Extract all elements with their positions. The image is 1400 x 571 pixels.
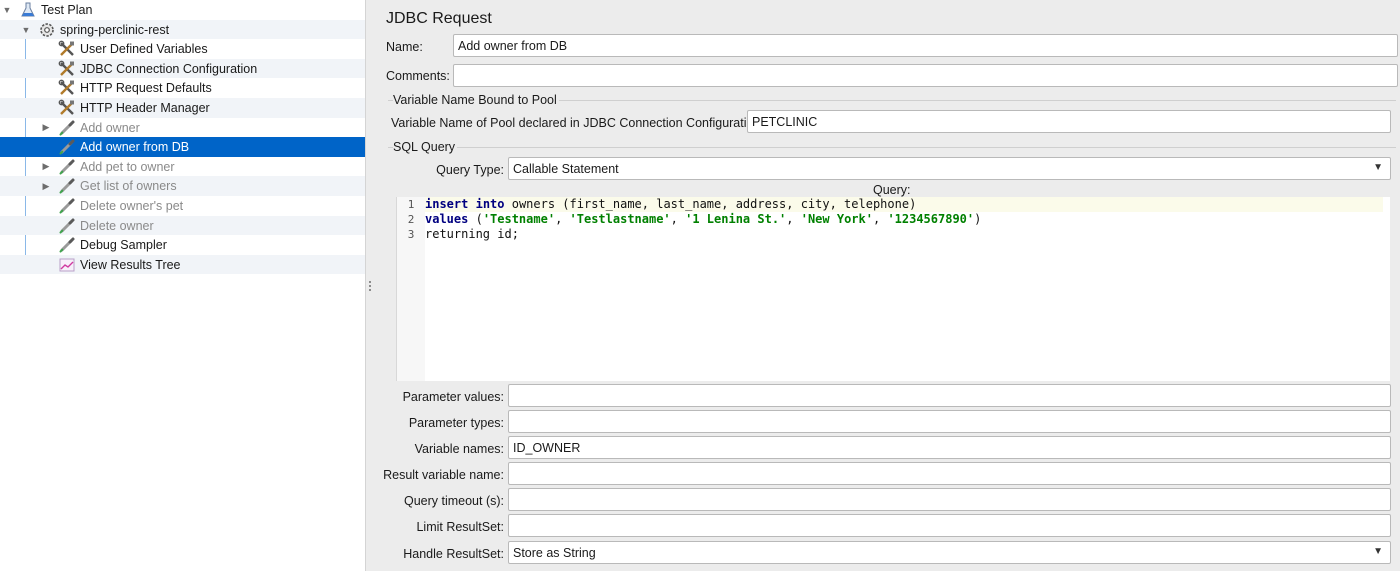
tree-item[interactable]: ▶ Add pet to owner xyxy=(0,157,365,177)
sampler-pipette-icon xyxy=(58,197,76,215)
query-line-3: returning id; xyxy=(425,227,519,241)
line-number: 1 xyxy=(407,198,415,211)
tree-item[interactable]: ▼ spring-perclinic-rest xyxy=(0,19,365,40)
param-field-label: Parameter values: xyxy=(402,390,504,404)
jdbc-request-panel: JDBC Request Name: Add owner from DB Com… xyxy=(374,0,1400,571)
param-field-label: Result variable name: xyxy=(383,468,504,482)
param-field-input[interactable] xyxy=(508,410,1391,433)
tree-item[interactable]: View Results Tree xyxy=(0,254,365,275)
tree-item-label: Get list of owners xyxy=(80,179,177,194)
tree-item-label: Add owner xyxy=(80,120,140,135)
tree-item[interactable]: HTTP Header Manager xyxy=(0,98,365,118)
sampler-pipette-icon xyxy=(58,236,76,254)
comments-label: Comments: xyxy=(386,69,450,83)
name-input[interactable]: Add owner from DB xyxy=(453,34,1398,57)
tree-item[interactable]: User Defined Variables xyxy=(0,39,365,59)
tree-item-label: HTTP Request Defaults xyxy=(80,81,212,96)
sql-section-title: SQL Query xyxy=(393,140,458,154)
query-line-2: values ('Testname', 'Testlastname', '1 L… xyxy=(425,212,982,226)
tree-item[interactable]: Delete owner's pet xyxy=(0,196,365,216)
tree-item[interactable]: ▼ Test Plan xyxy=(0,0,365,20)
sampler-pipette-icon xyxy=(58,158,76,176)
line-number: 3 xyxy=(407,228,415,241)
collapse-arrow-icon[interactable]: ▼ xyxy=(1,3,13,17)
tree-item[interactable]: Add owner from DB xyxy=(0,137,365,157)
splitter-grip-dot xyxy=(369,281,371,283)
pool-section-title: Variable Name Bound to Pool xyxy=(393,93,559,107)
param-field-label: Variable names: xyxy=(414,442,504,456)
line-number-gutter: 1 2 3 xyxy=(397,197,425,381)
dropdown-arrow-icon: ▼ xyxy=(1373,546,1383,557)
param-field-input[interactable] xyxy=(508,384,1391,407)
sampler-pipette-icon xyxy=(58,177,76,195)
tree-item-label: JDBC Connection Configuration xyxy=(80,61,258,76)
listener-graph-icon xyxy=(58,256,76,274)
tree-item-label: User Defined Variables xyxy=(80,42,208,57)
expand-arrow-icon[interactable]: ▶ xyxy=(40,160,52,174)
panel-title: JDBC Request xyxy=(386,10,492,27)
param-field-label: Query timeout (s): xyxy=(403,494,504,508)
query-label: Query: xyxy=(873,183,911,197)
tree-item[interactable]: HTTP Request Defaults xyxy=(0,78,365,98)
pane-splitter[interactable] xyxy=(366,0,374,571)
tree-item-label: Add owner from DB xyxy=(80,140,190,155)
param-field-input[interactable] xyxy=(508,514,1391,537)
tree-item-label: Add pet to owner xyxy=(80,159,175,174)
tree-item-label: Debug Sampler xyxy=(80,238,167,253)
splitter-grip-dot xyxy=(369,289,371,291)
tree-item-label: spring-perclinic-rest xyxy=(60,22,170,37)
query-line-1: insert into owners (first_name, last_nam… xyxy=(425,197,1383,212)
query-type-select[interactable]: Callable Statement ▼ xyxy=(508,157,1391,180)
tree-item-label: Delete owner xyxy=(80,218,154,233)
sampler-pipette-icon xyxy=(58,217,76,235)
config-tools-icon xyxy=(58,99,76,117)
query-editor[interactable]: 1 2 3 insert into owners (first_name, la… xyxy=(396,197,1390,381)
thread-group-gear-icon xyxy=(38,21,56,39)
expand-arrow-icon[interactable]: ▶ xyxy=(40,179,52,193)
pool-name-input[interactable]: PETCLINIC xyxy=(747,110,1391,133)
config-tools-icon xyxy=(58,79,76,97)
splitter-grip-dot xyxy=(369,285,371,287)
tree-item-label: View Results Tree xyxy=(80,257,181,272)
expand-arrow-icon[interactable]: ▶ xyxy=(40,121,52,135)
collapse-arrow-icon[interactable]: ▼ xyxy=(20,23,32,37)
tree-item-label: Delete owner's pet xyxy=(80,199,184,213)
comments-input[interactable] xyxy=(453,64,1398,87)
dropdown-arrow-icon: ▼ xyxy=(1373,162,1383,173)
config-tools-icon xyxy=(58,40,76,58)
sampler-pipette-icon xyxy=(58,138,76,156)
param-field-input[interactable] xyxy=(508,462,1391,485)
tree-item[interactable]: ▶ Get list of owners xyxy=(0,176,365,196)
param-field-label: Parameter types: xyxy=(408,416,504,430)
sampler-pipette-icon xyxy=(58,119,76,137)
query-type-label: Query Type: xyxy=(436,163,504,177)
pool-label: Variable Name of Pool declared in JDBC C… xyxy=(391,116,764,130)
sql-section-border xyxy=(388,147,1396,148)
line-number: 2 xyxy=(407,213,415,226)
param-field-label: Limit ResultSet: xyxy=(416,520,504,534)
tree-item[interactable]: Delete owner xyxy=(0,215,365,236)
handle-resultset-label: Handle ResultSet: xyxy=(403,547,504,561)
config-tools-icon xyxy=(58,60,76,78)
tree-item-label: HTTP Header Manager xyxy=(80,101,210,115)
handle-resultset-select[interactable]: Store as String ▼ xyxy=(508,541,1391,564)
tree-item[interactable]: ▶ Add owner xyxy=(0,118,365,138)
test-plan-flask-icon xyxy=(19,1,37,19)
param-field-input[interactable] xyxy=(508,488,1391,511)
tree-item-label: Test Plan xyxy=(41,3,93,17)
name-label: Name: xyxy=(386,40,423,54)
tree-item[interactable]: Debug Sampler xyxy=(0,235,365,255)
handle-resultset-value: Store as String xyxy=(513,546,596,560)
test-plan-tree[interactable]: ▼ Test Plan ▼ spring-perclinic-rest User Def… xyxy=(0,0,366,571)
tree-item[interactable]: JDBC Connection Configuration xyxy=(0,58,365,79)
query-type-value: Callable Statement xyxy=(513,162,619,176)
param-field-input[interactable]: ID_OWNER xyxy=(508,436,1391,459)
